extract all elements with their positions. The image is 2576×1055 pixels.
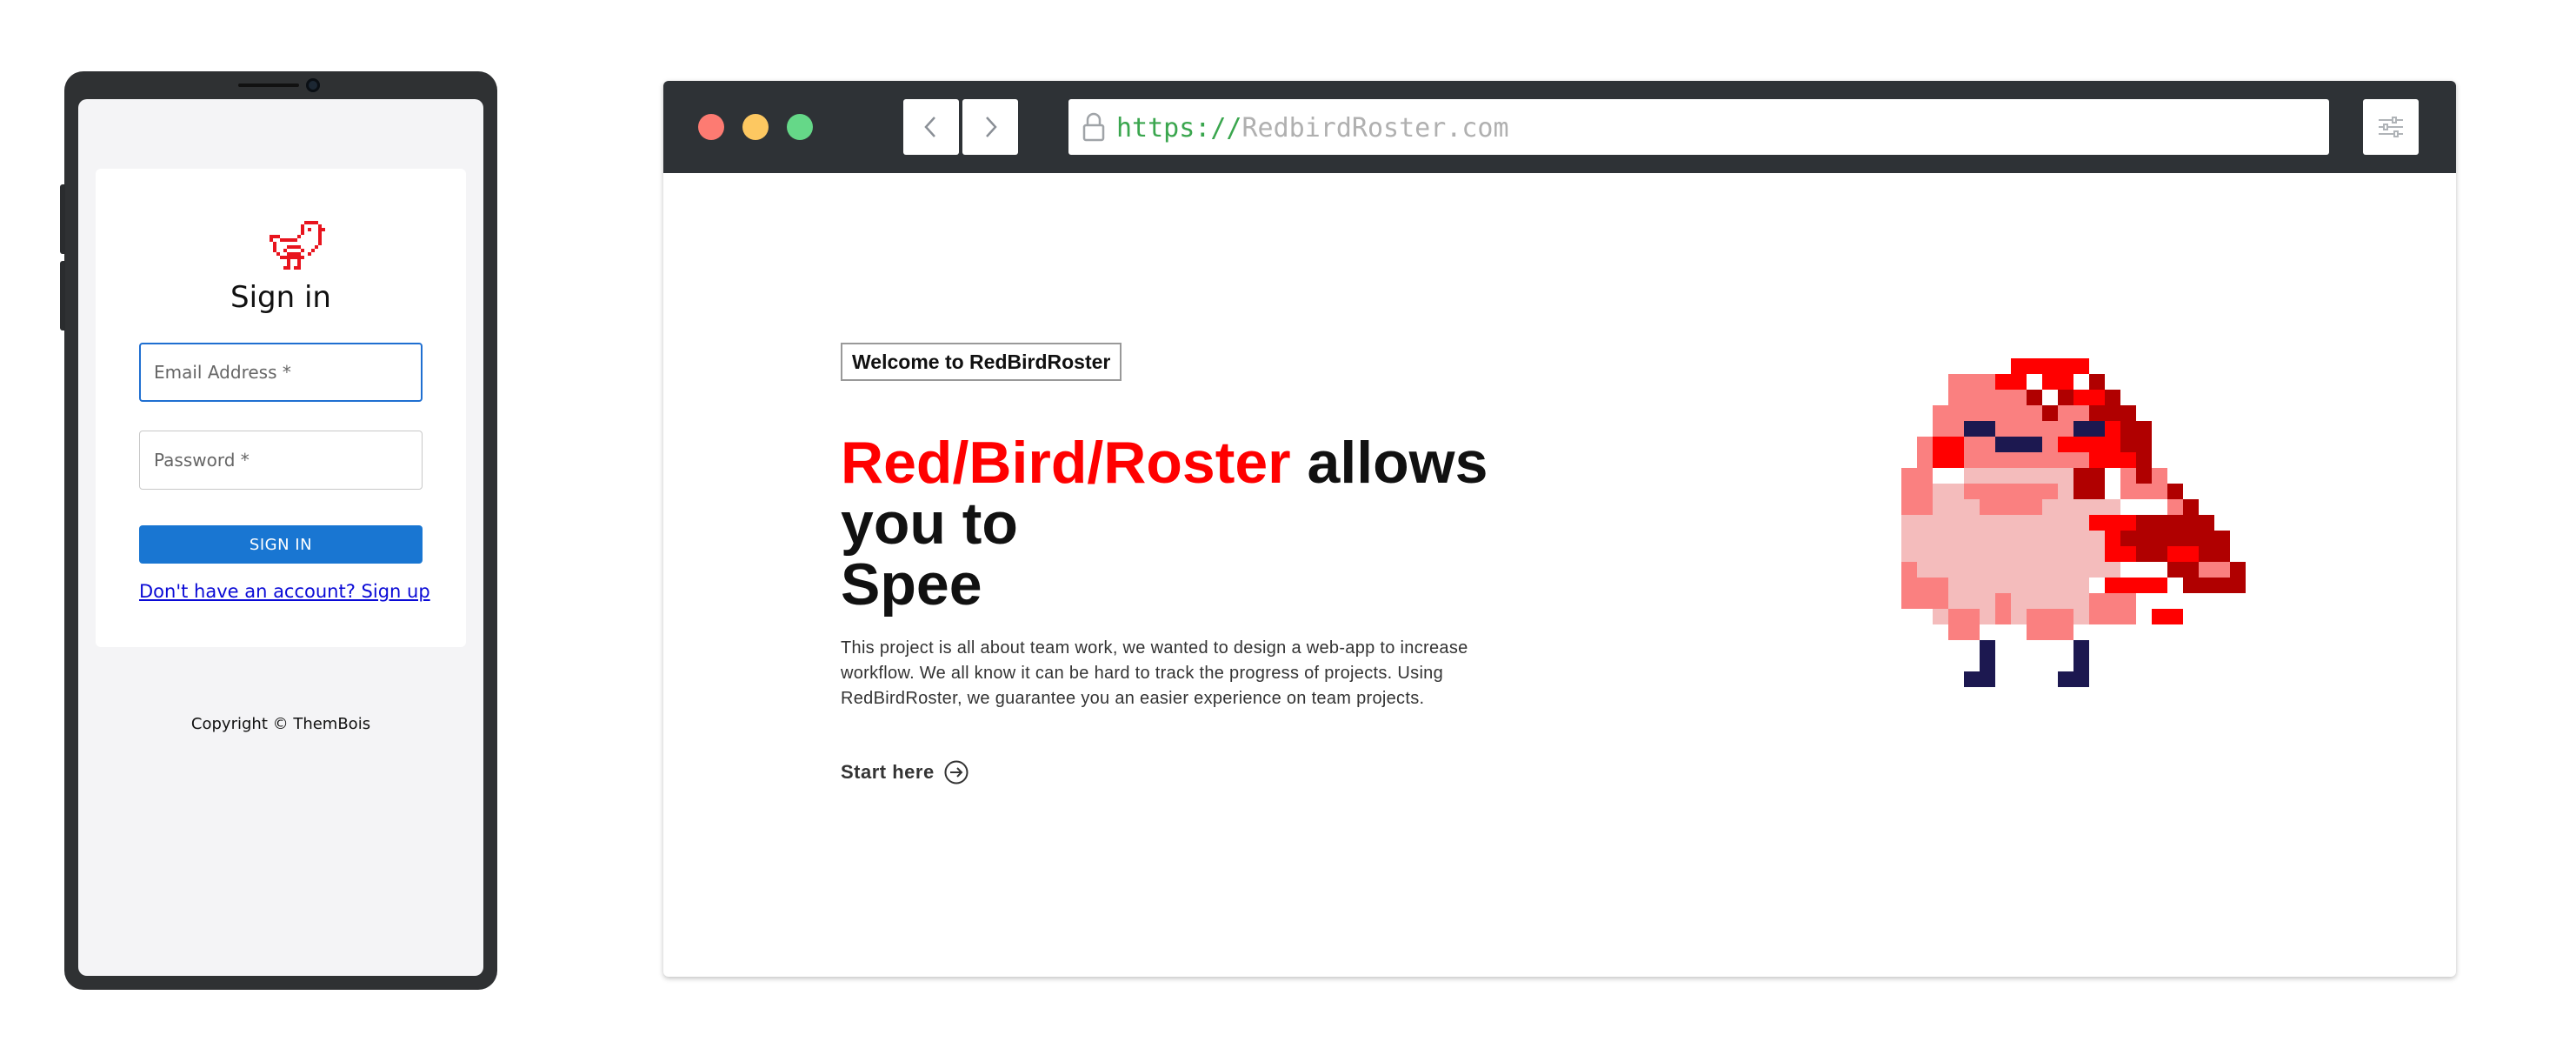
phone-screen: Sign in SIGN IN Don't have an account? S… (78, 99, 483, 976)
phone-mockup: Sign in SIGN IN Don't have an account? S… (60, 71, 497, 990)
phone-volume-button (60, 184, 65, 254)
red-bird-illustration (1901, 358, 2246, 687)
minimize-window-button[interactable] (742, 114, 769, 140)
hero-title-line-3: Spee (841, 551, 982, 618)
settings-button[interactable] (2363, 99, 2419, 155)
sliders-icon (2379, 117, 2403, 137)
hero-description: This project is all about team work, we … (841, 638, 1468, 708)
copyright-text: Copyright © ThemBois (190, 715, 371, 733)
browser-window: https://RedbirdRoster.com Welcome to Red… (663, 81, 2456, 977)
start-here-label: Start here (841, 761, 935, 783)
url-scheme: https:// (1116, 113, 1242, 144)
url-host: RedbirdRoster.com (1241, 113, 1509, 144)
bird-logo-icon (270, 221, 325, 270)
phone-camera (306, 78, 320, 92)
url-text: https://RedbirdRoster.com (1116, 113, 1509, 144)
sign-up-link[interactable]: Don't have an account? Sign up (139, 581, 430, 602)
password-field[interactable] (139, 431, 423, 490)
maximize-window-button[interactable] (787, 114, 813, 140)
chevron-right-icon (986, 117, 997, 137)
email-field[interactable] (139, 343, 423, 402)
address-bar[interactable]: https://RedbirdRoster.com (1068, 99, 2329, 155)
hero-title: Red/Bird/Roster allows you to Spee (841, 432, 1623, 615)
sign-in-button[interactable]: SIGN IN (139, 525, 423, 564)
signin-title: Sign in (230, 280, 331, 315)
close-window-button[interactable] (698, 114, 724, 140)
phone-power-button (60, 261, 65, 331)
hero-title-rest: allows (1290, 430, 1488, 496)
arrow-right-circle-icon (944, 760, 968, 785)
hero-title-highlight: Red/Bird/Roster (841, 430, 1291, 496)
chevron-left-icon (924, 117, 935, 137)
forward-button[interactable] (962, 99, 1018, 155)
welcome-badge: Welcome to RedBirdRoster (841, 343, 1122, 381)
back-button[interactable] (903, 99, 959, 155)
lock-icon (1082, 112, 1105, 142)
signin-card: Sign in SIGN IN Don't have an account? S… (96, 169, 466, 647)
phone-speaker (238, 83, 299, 87)
browser-toolbar: https://RedbirdRoster.com (663, 81, 2456, 173)
start-here-link[interactable]: Start here (841, 759, 969, 785)
hero-title-line-2: you to (841, 491, 1018, 557)
